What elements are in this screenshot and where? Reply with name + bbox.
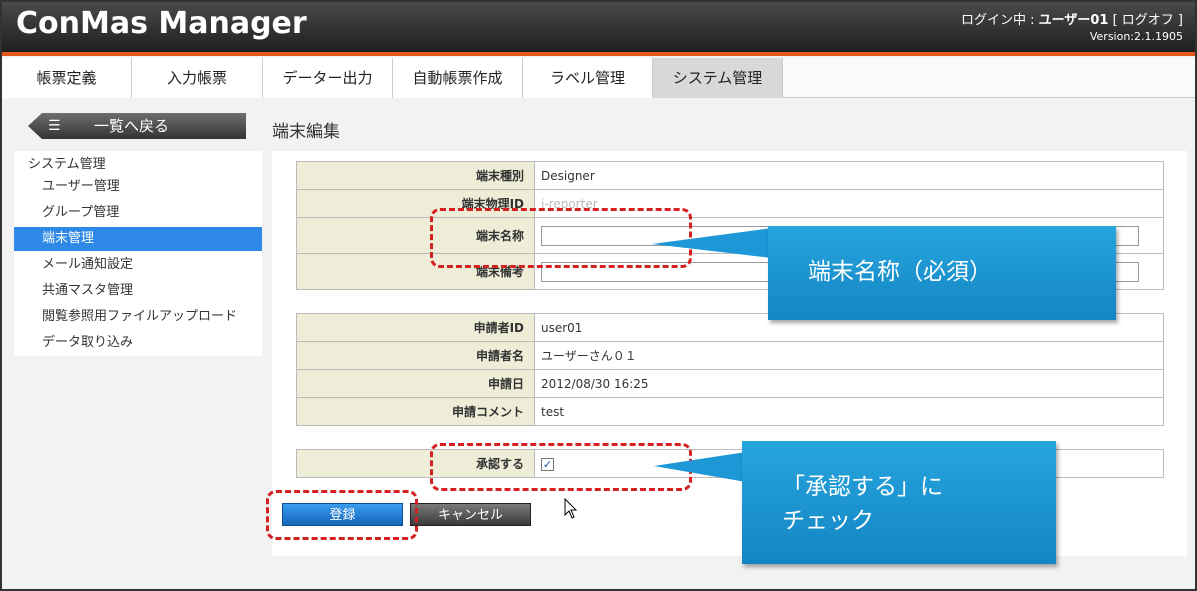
page-title: 端末編集 bbox=[272, 122, 340, 142]
header-accent-bar bbox=[2, 52, 1195, 56]
tab-data-export[interactable]: データー出力 bbox=[263, 58, 393, 98]
table-row: 申請日 2012/08/30 16:25 bbox=[296, 369, 1164, 398]
app-header: ConMas Manager ログイン中 : ユーザー01 [ ログオフ ] V… bbox=[2, 2, 1195, 52]
approve-highlight bbox=[430, 443, 692, 491]
callout-device-name: 端末名称（必須） bbox=[768, 226, 1116, 320]
table-row: 端末種別 Designer bbox=[296, 161, 1164, 190]
login-prefix: ログイン中 : bbox=[960, 13, 1039, 28]
tab-system-management[interactable]: システム管理 bbox=[653, 58, 783, 98]
table-row: 申請コメント test bbox=[296, 397, 1164, 426]
callout-approve-text-1: 「承認する」に bbox=[782, 474, 943, 500]
device-type-value: Designer bbox=[534, 161, 1164, 190]
sidebar-item-file-upload[interactable]: 閲覧参照用ファイルアップロード bbox=[14, 305, 262, 329]
sidebar-item-users[interactable]: ユーザー管理 bbox=[14, 175, 262, 199]
request-comment-label: 申請コメント bbox=[296, 397, 535, 426]
back-to-list-button[interactable]: ☰ 一覧へ戻る bbox=[28, 113, 246, 139]
device-type-label: 端末種別 bbox=[296, 161, 535, 190]
callout-tail-icon bbox=[652, 228, 772, 258]
list-icon: ☰ bbox=[48, 118, 61, 134]
tab-form-definition[interactable]: 帳票定義 bbox=[2, 58, 132, 98]
register-highlight bbox=[266, 490, 418, 540]
callout-approve: 「承認する」に チェック bbox=[742, 441, 1056, 564]
sidebar-item-common-master[interactable]: 共通マスタ管理 bbox=[14, 279, 262, 303]
applicant-name-label: 申請者名 bbox=[296, 341, 535, 370]
sidebar-item-data-import[interactable]: データ取り込み bbox=[14, 331, 262, 355]
table-row: 申請者名 ユーザーさん０１ bbox=[296, 341, 1164, 370]
sidebar: システム管理 ユーザー管理 グループ管理 端末管理 メール通知設定 共通マスタ管… bbox=[14, 151, 262, 356]
request-comment-value: test bbox=[534, 397, 1164, 426]
app-window: ConMas Manager ログイン中 : ユーザー01 [ ログオフ ] V… bbox=[0, 0, 1197, 591]
tab-label-management[interactable]: ラベル管理 bbox=[523, 58, 653, 98]
sidebar-heading: システム管理 bbox=[28, 157, 106, 172]
mouse-cursor-icon bbox=[564, 498, 578, 519]
login-info: ログイン中 : ユーザー01 [ ログオフ ] bbox=[961, 14, 1183, 27]
version-label: Version:2.1.1905 bbox=[1089, 30, 1183, 43]
login-user: ユーザー01 bbox=[1038, 13, 1109, 28]
request-date-value: 2012/08/30 16:25 bbox=[534, 369, 1164, 398]
applicant-id-label: 申請者ID bbox=[296, 313, 535, 342]
cancel-button[interactable]: キャンセル bbox=[410, 503, 531, 526]
logout-link[interactable]: [ ログオフ ] bbox=[1113, 13, 1183, 28]
main-tabs: 帳票定義 入力帳票 データー出力 自動帳票作成 ラベル管理 システム管理 bbox=[2, 58, 1195, 98]
back-button-label: 一覧へ戻る bbox=[94, 117, 170, 135]
request-table: 申請者ID user01 申請者名 ユーザーさん０１ 申請日 2012/08/3… bbox=[296, 313, 1164, 426]
callout-approve-text-2: チェック bbox=[782, 508, 874, 534]
applicant-name-value: ユーザーさん０１ bbox=[534, 341, 1164, 370]
tab-input-forms[interactable]: 入力帳票 bbox=[132, 58, 263, 98]
table-row: 端末物理ID i-reporter bbox=[296, 189, 1164, 218]
app-title: ConMas Manager bbox=[16, 6, 307, 41]
sidebar-item-mail-notification[interactable]: メール通知設定 bbox=[14, 253, 262, 277]
sidebar-item-devices[interactable]: 端末管理 bbox=[14, 227, 262, 251]
tab-auto-form[interactable]: 自動帳票作成 bbox=[393, 58, 523, 98]
sidebar-item-groups[interactable]: グループ管理 bbox=[14, 201, 262, 225]
callout-device-name-text: 端末名称（必須） bbox=[808, 259, 992, 285]
request-date-label: 申請日 bbox=[296, 369, 535, 398]
callout-tail-icon bbox=[654, 452, 746, 482]
